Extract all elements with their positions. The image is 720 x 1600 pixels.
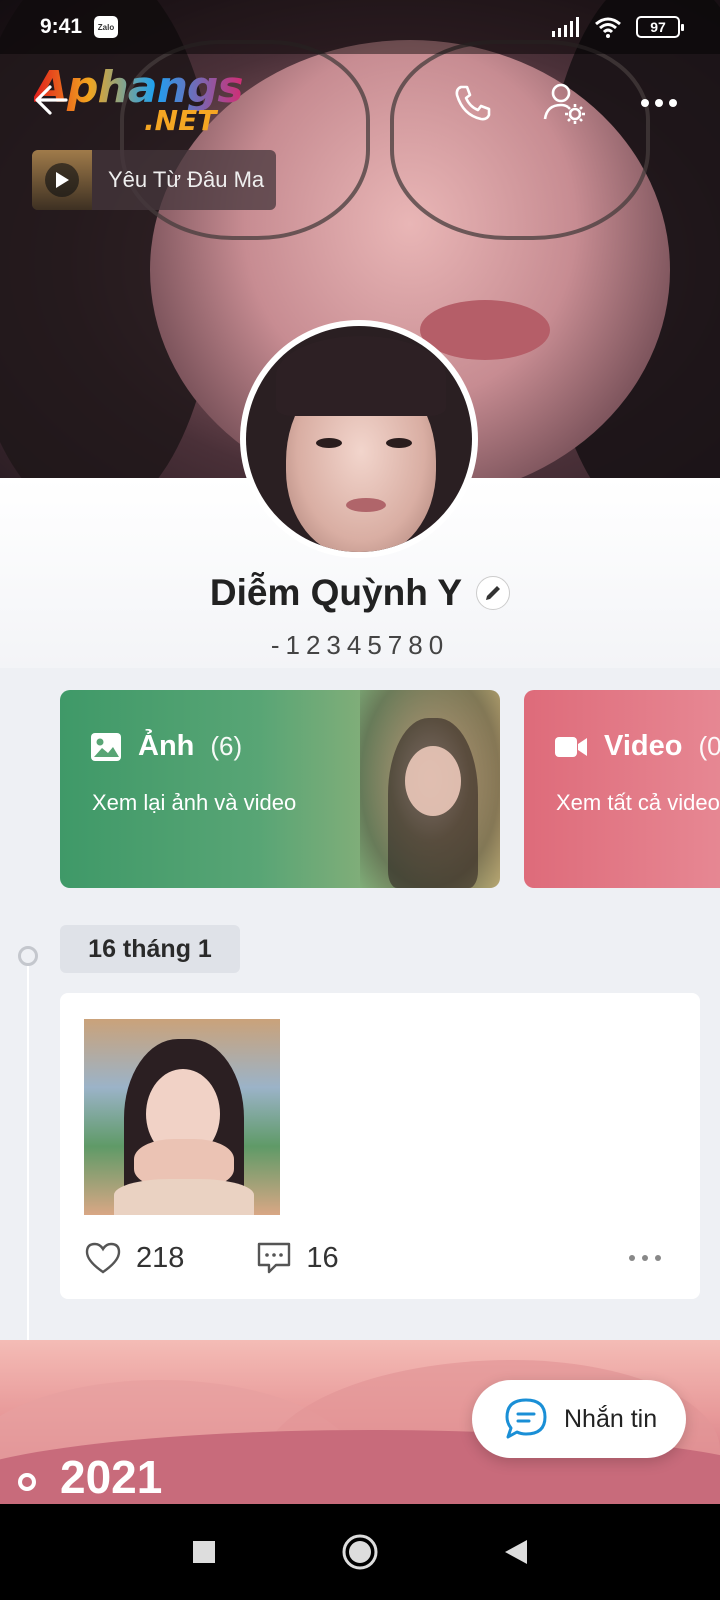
year-label: 2021 <box>60 1451 163 1503</box>
post-more-button[interactable] <box>628 1249 662 1267</box>
profile-name: Diễm Quỳnh Y <box>209 572 463 613</box>
heart-icon <box>85 1242 121 1274</box>
comment-count: 16 <box>306 1241 339 1274</box>
more-options-button[interactable] <box>632 76 686 130</box>
message-button[interactable]: Nhắn tin <box>472 1380 686 1458</box>
system-nav-bar <box>0 1504 720 1600</box>
photos-card-preview <box>360 690 500 888</box>
wifi-icon <box>595 17 621 38</box>
chat-icon <box>505 1398 547 1439</box>
logo-sub-text: .NET <box>144 104 217 137</box>
play-button[interactable] <box>45 163 79 197</box>
status-time: 9:41 <box>40 15 83 38</box>
post-photo-shirt <box>114 1179 254 1215</box>
back-arrow-icon <box>35 85 68 115</box>
signal-icon <box>552 17 579 37</box>
preview-face <box>405 746 461 816</box>
profile-settings-button[interactable] <box>538 76 592 130</box>
back-button[interactable] <box>30 78 80 128</box>
avatar[interactable] <box>240 320 478 558</box>
top-bar: Aphangs .NET <box>0 60 720 150</box>
year-dot <box>18 1473 36 1491</box>
square-icon[interactable] <box>191 1539 217 1565</box>
music-title: Yêu Từ Đâu Ma <box>108 167 265 192</box>
photos-card-title: Ảnh <box>138 730 195 762</box>
status-bar: 9:41 Zalo 97 <box>0 0 720 54</box>
videos-card-title: Video <box>604 730 683 762</box>
videos-card[interactable]: Video (0) Xem tất cả video <box>524 690 720 888</box>
profile-name-row: Diễm Quỳnh Y <box>0 572 720 614</box>
message-button-label: Nhắn tin <box>564 1404 658 1433</box>
avatar-photo <box>246 326 472 552</box>
avatar-eye-left <box>316 438 342 448</box>
status-icons: 97 <box>552 16 684 38</box>
profile-phone: -12345780 <box>270 630 450 660</box>
pencil-icon <box>486 586 501 600</box>
more-icon <box>629 1255 661 1261</box>
photos-card-subtitle: Xem lại ảnh và video <box>92 790 297 815</box>
like-count: 218 <box>136 1241 185 1274</box>
photos-card-count: (6) <box>210 731 243 761</box>
avatar-hair <box>276 336 446 416</box>
photos-card[interactable]: Ảnh (6) Xem lại ảnh và video <box>60 690 500 888</box>
timeline-date: 16 tháng 1 <box>60 925 240 973</box>
profile-music[interactable]: Yêu Từ Đâu Ma <box>32 150 276 210</box>
timeline-post[interactable]: 218 16 <box>60 993 700 1299</box>
phone-icon <box>455 85 491 121</box>
zalo-notification-icon: Zalo <box>94 16 119 38</box>
more-icon <box>641 99 677 107</box>
circle-icon[interactable] <box>341 1533 379 1571</box>
triangle-back-icon[interactable] <box>503 1538 529 1566</box>
comment-button[interactable]: 16 <box>256 1241 339 1275</box>
call-button[interactable] <box>446 76 500 130</box>
videos-card-header: Video (0) <box>554 730 720 763</box>
image-icon <box>91 732 121 761</box>
play-icon <box>56 172 69 188</box>
battery-icon: 97 <box>636 16 684 38</box>
comment-icon <box>258 1242 291 1274</box>
post-photo[interactable] <box>84 1019 280 1215</box>
video-camera-icon <box>555 736 587 757</box>
videos-card-subtitle: Xem tất cả video <box>556 790 720 815</box>
like-button[interactable]: 218 <box>84 1241 184 1275</box>
avatar-mouth <box>346 498 386 512</box>
edit-name-button[interactable] <box>476 576 511 610</box>
music-thumbnail <box>32 150 92 210</box>
timeline-dot <box>18 946 38 966</box>
user-settings-icon <box>543 83 585 124</box>
photos-card-header: Ảnh (6) <box>90 730 242 763</box>
videos-card-count: (0) <box>698 731 720 761</box>
avatar-eye-right <box>386 438 412 448</box>
post-actions: 218 16 <box>84 1233 676 1283</box>
